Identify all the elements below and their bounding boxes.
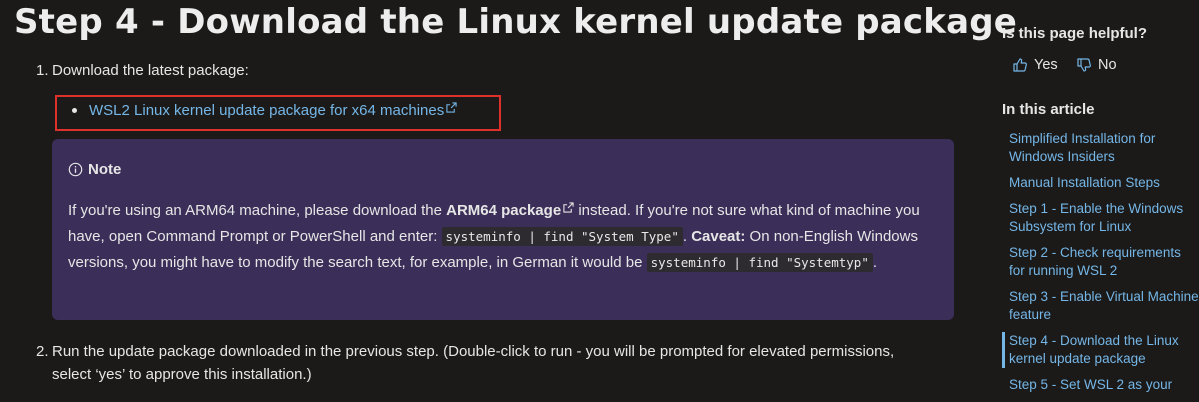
note-heading: Note [68,161,121,178]
code-systemtyp: systeminfo | find "Systemtyp" [646,253,873,272]
right-sidebar: Is this page helpful? Yes No In this art… [1002,0,1199,392]
note-body: If you're using an ARM64 machine, please… [68,198,938,276]
step-2-line-1: Run the update package downloaded in the… [52,343,895,360]
step-2-text: Run the update package downloaded in the… [52,340,967,386]
info-icon [68,162,83,177]
step-2-number: 2. [36,343,49,360]
code-system-type: systeminfo | find "System Type" [441,227,683,246]
toc-heading: In this article [1002,101,1095,118]
caveat-label: Caveat: [691,228,746,245]
note-text-1: If you're using an ARM64 machine, please… [68,202,447,219]
external-link-icon [563,202,574,213]
step-2-line-2: select ‘yes’ to approve this installatio… [52,366,312,383]
table-of-contents: Simplified Installation for Windows Insi… [1002,130,1199,402]
main-content: Step 4 - Download the Linux kernel updat… [0,0,1017,390]
toc-item-step-4[interactable]: Step 4 - Download the Linux kernel updat… [1002,332,1199,368]
highlight-box [55,95,501,131]
step-1-text: Download the latest package: [52,62,249,79]
yes-button[interactable]: Yes [1012,57,1058,73]
page-title: Step 4 - Download the Linux kernel updat… [14,2,1018,42]
toc-item-step-1[interactable]: Step 1 - Enable the Windows Subsystem fo… [1002,200,1199,236]
note-text-5: . [872,254,878,271]
toc-item-step-2[interactable]: Step 2 - Check requirements for running … [1002,244,1199,280]
thumbs-up-icon [1013,58,1027,72]
thumbs-down-icon [1077,58,1091,72]
toc-item-manual-installation[interactable]: Manual Installation Steps [1002,174,1199,192]
arm64-link-label: ARM64 package [446,202,562,219]
toc-item-simplified-installation[interactable]: Simplified Installation for Windows Insi… [1002,130,1199,166]
toc-item-step-5[interactable]: Step 5 - Set WSL 2 as your [1002,376,1199,394]
note-text-3: . [682,228,692,245]
arm64-package-link[interactable]: ARM64 package [446,202,574,219]
helpful-heading: Is this page helpful? [1002,25,1148,42]
yes-label: Yes [1034,57,1058,73]
note-heading-label: Note [88,161,122,178]
no-label: No [1098,57,1117,73]
step-1-number: 1. [36,62,49,79]
toc-item-step-3[interactable]: Step 3 - Enable Virtual Machine feature [1002,288,1199,324]
note-callout: Note If you're using an ARM64 machine, p… [52,139,954,320]
no-button[interactable]: No [1076,57,1117,73]
